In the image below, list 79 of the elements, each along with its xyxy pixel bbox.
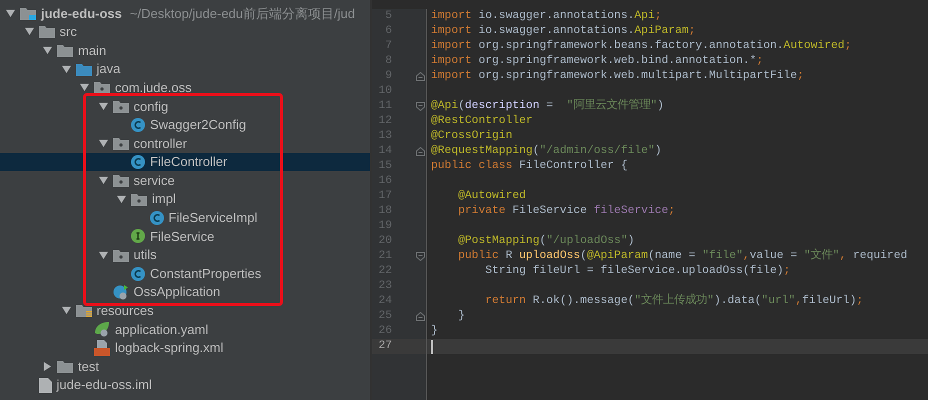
package-folder-icon <box>112 100 128 113</box>
source-folder-icon <box>76 62 92 76</box>
expanded-arrow-icon[interactable] <box>62 306 70 316</box>
expanded-arrow-icon[interactable] <box>98 176 108 186</box>
fold-marker-icon[interactable] <box>416 252 425 261</box>
fold-marker-icon[interactable] <box>416 147 425 156</box>
tree-item[interactable]: application.yaml <box>0 320 370 339</box>
tree-item[interactable]: OssApplication <box>0 282 370 302</box>
fold-marker-icon[interactable] <box>416 102 425 111</box>
package-folder-icon <box>94 81 110 94</box>
code-line: @RequestMapping("/admin/oss/file") <box>431 144 662 159</box>
tree-item[interactable]: logback-spring.xml <box>0 338 370 358</box>
tree-item[interactable]: test <box>0 357 370 376</box>
class-icon <box>150 210 164 225</box>
code-line: return R.ok().message("文件上传成功").data("url",fileUrl); <box>484 294 864 309</box>
expanded-arrow-icon[interactable] <box>98 102 108 111</box>
class-run-icon <box>112 284 128 300</box>
package-folder-icon <box>131 192 147 206</box>
text-cursor <box>431 340 433 354</box>
expanded-arrow-icon[interactable] <box>6 8 15 18</box>
interface-icon <box>131 229 145 244</box>
tree-item[interactable]: FileServiceImpl <box>0 208 370 228</box>
code-line: @CrossOrigin <box>431 129 512 144</box>
tree-item[interactable]: jude-edu-oss.iml <box>0 376 370 394</box>
tree-item[interactable]: src <box>0 22 370 42</box>
code-line: @Api(description = "阿里云文件管理") <box>431 99 664 114</box>
code-line: @RestController <box>431 114 533 129</box>
resources-folder-icon <box>76 304 92 318</box>
code-line: } <box>457 309 465 324</box>
code-line: public class FileController { <box>431 159 628 174</box>
expanded-arrow-icon[interactable] <box>80 83 89 92</box>
xml-file-icon <box>94 340 110 356</box>
expanded-arrow-icon[interactable] <box>117 194 126 204</box>
module-folder-icon <box>20 6 36 20</box>
code-line: import io.swagger.annotations.ApiParam; <box>431 24 696 39</box>
expanded-arrow-icon[interactable] <box>98 138 108 148</box>
tree-item[interactable]: impl <box>0 190 370 209</box>
tree-item[interactable]: java <box>0 60 370 78</box>
class-icon <box>131 118 145 132</box>
tree-item[interactable]: utils <box>0 246 370 264</box>
fold-marker-icon[interactable] <box>416 312 425 321</box>
leaf-file-icon <box>94 321 110 338</box>
folder-icon <box>38 25 54 38</box>
tree-item[interactable]: main <box>0 41 370 60</box>
code-line: import org.springframework.web.bind.annotation.*; <box>431 54 764 69</box>
class-icon <box>131 155 145 170</box>
tree-item[interactable]: FileService <box>0 227 370 246</box>
code-line: import org.springframework.beans.factory.annotation.Autowired; <box>431 39 852 54</box>
code-line: private FileService fileService; <box>457 204 676 219</box>
code-line: String fileUrl = fileService.uploadOss(file); <box>484 264 790 279</box>
tree-item[interactable]: service <box>0 171 370 190</box>
expanded-arrow-icon[interactable] <box>62 64 70 74</box>
package-folder-icon <box>112 248 128 262</box>
code-line: @Autowired <box>457 189 526 204</box>
collapsed-arrow-icon[interactable] <box>43 362 52 372</box>
path-hint: ~/Desktop/jude-edu前后端分离项目/jud <box>130 4 355 23</box>
code-line: import org.springframework.web.multipart.MultipartFile; <box>431 69 804 84</box>
folder-icon <box>57 44 73 57</box>
package-folder-icon <box>112 174 128 188</box>
class-icon <box>131 266 145 281</box>
folder-icon <box>57 360 73 374</box>
tree-item[interactable]: jude-edu-oss ~/Desktop/jude-edu前后端分离项目/jud <box>0 4 370 23</box>
tree-item[interactable]: config <box>0 96 370 116</box>
expanded-arrow-icon[interactable] <box>43 46 52 55</box>
tree-item[interactable]: ConstantProperties <box>0 264 370 283</box>
tree-item[interactable]: controller <box>0 134 370 153</box>
expanded-arrow-icon[interactable] <box>24 27 34 36</box>
code-line: public R uploadOss(@ApiParam(name = "file",value = "文件", required <box>457 249 908 264</box>
tree-item[interactable]: resources <box>0 302 370 320</box>
tree-item[interactable]: com.jude.oss <box>0 78 370 97</box>
package-folder-icon <box>112 136 128 150</box>
code-line: import io.swagger.annotations.Api; <box>431 9 662 24</box>
code-line: } <box>431 324 438 339</box>
code-line: @PostMapping("/uploadOss") <box>457 234 634 249</box>
fold-marker-icon[interactable] <box>416 72 425 81</box>
expanded-arrow-icon[interactable] <box>98 250 108 260</box>
tree-item[interactable]: FileController <box>0 152 370 172</box>
tree-item[interactable]: Swagger2Config <box>0 116 370 134</box>
file-icon <box>38 378 52 393</box>
